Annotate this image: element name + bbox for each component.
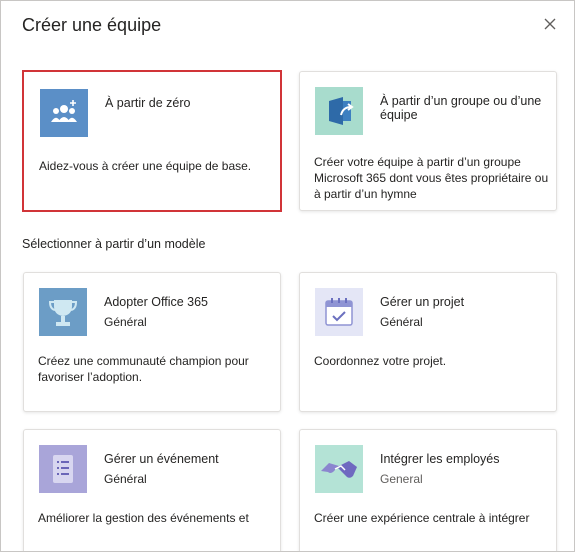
card-description: Améliorer la gestion des événements et	[38, 511, 249, 525]
calendar-check-icon	[315, 288, 363, 336]
template-card-onboard-employees[interactable]: Intégrer les employés General Créer une …	[299, 429, 557, 551]
card-description: Aidez-vous à créer une équipe de base.	[39, 159, 252, 173]
from-group-card[interactable]: À partir d’un groupe ou d’une équipe Cré…	[299, 71, 557, 211]
card-description: Créer votre équipe à partir d’un groupe …	[314, 155, 549, 201]
card-category: Général	[104, 315, 147, 329]
card-title: Gérer un projet	[380, 295, 465, 309]
card-title: Intégrer les employés	[380, 452, 500, 466]
card-title: Gérer un événement	[104, 452, 219, 466]
handshake-icon	[315, 445, 363, 493]
create-team-dialog: Créer une équipe À partir de zéro Aidez-…	[0, 0, 575, 552]
close-icon[interactable]	[541, 15, 559, 33]
template-card-adopt-office[interactable]: Adopter Office 365 Général Créez une com…	[23, 272, 281, 412]
checklist-icon	[39, 445, 87, 493]
template-card-manage-project[interactable]: Gérer un projet Général Coordonnez votre…	[299, 272, 557, 412]
template-card-manage-event[interactable]: Gérer un événement Général Améliorer la …	[23, 429, 281, 551]
from-scratch-card[interactable]: À partir de zéro Aidez-vous à créer une …	[22, 70, 282, 212]
group-arrow-icon	[315, 87, 363, 135]
card-category: Général	[104, 472, 147, 486]
templates-section-label: Sélectionner à partir d’un modèle	[22, 237, 206, 251]
trophy-icon	[39, 288, 87, 336]
card-description: Créer une expérience centrale à intégrer	[314, 511, 530, 525]
card-title: Adopter Office 365	[104, 295, 209, 309]
dialog-title: Créer une équipe	[22, 15, 162, 35]
card-category: General	[380, 472, 423, 486]
card-title: À partir d’un groupe ou d’une équipe	[380, 94, 542, 122]
team-people-icon	[40, 89, 88, 137]
card-title: À partir de zéro	[105, 96, 191, 110]
card-description: Créez une communauté champion pour favor…	[38, 354, 249, 384]
card-description: Coordonnez votre projet.	[314, 354, 447, 368]
card-category: Général	[380, 315, 423, 329]
